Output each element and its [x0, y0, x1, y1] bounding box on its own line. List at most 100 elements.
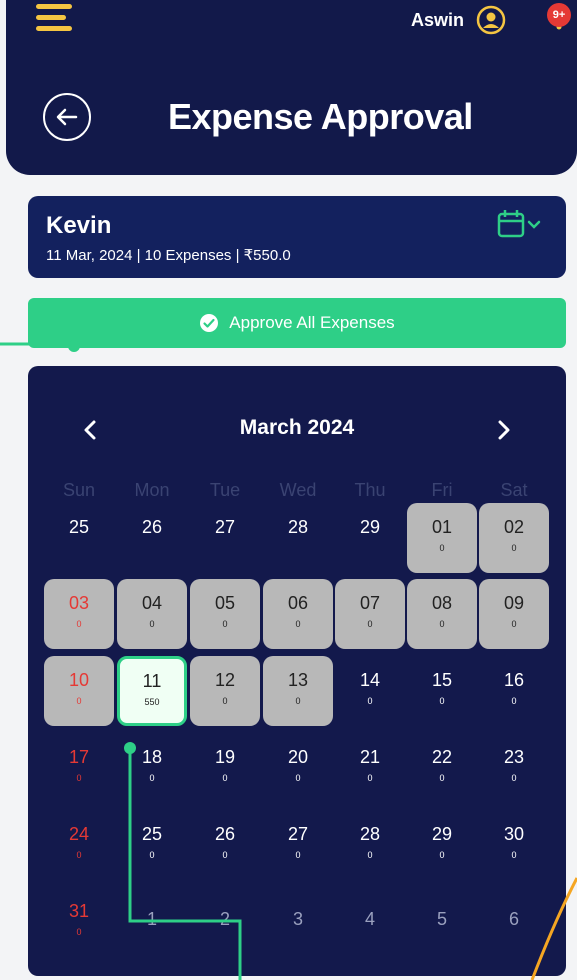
day-number: 19: [214, 747, 236, 767]
day-expense-count: 0: [439, 773, 445, 783]
day-number: 29: [431, 824, 453, 844]
day-expense-count: 0: [367, 696, 373, 706]
app-header: Aswin 9+ Expense Approval: [6, 0, 577, 175]
calendar-day[interactable]: 04 0: [117, 579, 187, 649]
calendar-toggle-icon[interactable]: [496, 208, 552, 242]
calendar-day[interactable]: 14 0: [335, 656, 405, 726]
day-expense-count: 0: [367, 850, 373, 860]
calendar-day[interactable]: 3: [263, 887, 333, 957]
calendar-day[interactable]: 30 0: [479, 810, 549, 880]
calendar-day[interactable]: 18 0: [117, 733, 187, 803]
check-circle-icon: [200, 314, 219, 332]
calendar-day[interactable]: 24 0: [44, 810, 114, 880]
day-expense-count: 0: [295, 850, 301, 860]
day-expense-count: 0: [149, 619, 155, 629]
calendar-day[interactable]: 5: [407, 887, 477, 957]
calendar-day[interactable]: 09 0: [479, 579, 549, 649]
approve-all-button[interactable]: Approve All Expenses: [28, 298, 566, 348]
calendar-day[interactable]: 6: [479, 887, 549, 957]
day-number: 25: [68, 517, 90, 537]
day-number: 3: [292, 909, 303, 929]
day-number: 23: [503, 747, 525, 767]
calendar-day-selected[interactable]: 11 550: [117, 656, 187, 726]
day-number: 11: [142, 671, 162, 691]
calendar-day[interactable]: 16 0: [479, 656, 549, 726]
calendar-day[interactable]: 29: [335, 503, 405, 573]
calendar-day[interactable]: 02 0: [479, 503, 549, 573]
calendar-day[interactable]: 21 0: [335, 733, 405, 803]
calendar-day[interactable]: 15 0: [407, 656, 477, 726]
calendar-day[interactable]: 29 0: [407, 810, 477, 880]
day-number: 24: [68, 824, 90, 844]
day-number: 5: [436, 909, 447, 929]
calendar-day[interactable]: 13 0: [263, 656, 333, 726]
calendar-day[interactable]: 23 0: [479, 733, 549, 803]
day-expense-count: 550: [144, 697, 160, 707]
calendar-month-label: March 2024: [239, 416, 355, 439]
calendar-day[interactable]: 06 0: [263, 579, 333, 649]
day-number: 10: [68, 670, 90, 690]
approve-all-label: Approve All Expenses: [229, 313, 395, 332]
weekday-sun: Sun: [62, 480, 96, 500]
calendar-day[interactable]: 05 0: [190, 579, 260, 649]
day-number: 08: [431, 593, 453, 613]
day-expense-count: 0: [511, 773, 517, 783]
weekday-tue: Tue: [209, 480, 241, 500]
day-number: 21: [359, 747, 381, 767]
day-number: 26: [141, 517, 163, 537]
day-number: 28: [287, 517, 309, 537]
calendar-day[interactable]: 12 0: [190, 656, 260, 726]
chevron-right-icon[interactable]: [494, 418, 514, 442]
weekday-mon: Mon: [134, 480, 170, 500]
day-expense-count: 0: [439, 696, 445, 706]
weekday-wed: Wed: [279, 480, 317, 500]
day-number: 25: [141, 824, 163, 844]
calendar-day[interactable]: 27 0: [263, 810, 333, 880]
calendar-day[interactable]: 19 0: [190, 733, 260, 803]
day-expense-count: 0: [511, 850, 517, 860]
menu-icon[interactable]: [36, 4, 72, 32]
calendar-day[interactable]: 2: [190, 887, 260, 957]
weekday-sat: Sat: [500, 480, 528, 500]
day-number: 27: [287, 824, 309, 844]
day-number: 14: [359, 670, 381, 690]
calendar-day[interactable]: 10 0: [44, 656, 114, 726]
calendar-day[interactable]: 25 0: [117, 810, 187, 880]
day-expense-count: 0: [222, 773, 228, 783]
day-expense-count: 0: [295, 619, 301, 629]
calendar-day[interactable]: 31 0: [44, 887, 114, 957]
calendar-day[interactable]: 22 0: [407, 733, 477, 803]
calendar-day[interactable]: 28 0: [335, 810, 405, 880]
day-expense-count: 0: [439, 543, 445, 553]
calendar-day[interactable]: 25: [44, 503, 114, 573]
back-button[interactable]: [43, 93, 91, 141]
calendar-day[interactable]: 4: [335, 887, 405, 957]
calendar: March 2024 Sun Mon Tue Wed Thu Fri Sat 25 26 27 2…: [28, 366, 566, 976]
day-number: 06: [287, 593, 309, 613]
calendar-day[interactable]: 27: [190, 503, 260, 573]
calendar-day[interactable]: 28: [263, 503, 333, 573]
day-expense-count: 0: [295, 773, 301, 783]
expense-summary-card: Kevin 11 Mar, 2024 | 10 Expenses | ₹550.…: [28, 196, 566, 278]
calendar-day[interactable]: 26 0: [190, 810, 260, 880]
expense-meta: 11 Mar, 2024 | 10 Expenses | ₹550.0: [46, 247, 291, 264]
calendar-day[interactable]: 07 0: [335, 579, 405, 649]
day-number: 05: [214, 593, 236, 613]
day-number: 12: [214, 670, 236, 690]
calendar-day[interactable]: 01 0: [407, 503, 477, 573]
day-expense-count: 0: [76, 927, 82, 937]
calendar-day[interactable]: 03 0: [44, 579, 114, 649]
calendar-day[interactable]: 08 0: [407, 579, 477, 649]
calendar-day[interactable]: 1: [117, 887, 187, 957]
employee-name: Kevin: [46, 212, 112, 239]
day-expense-count: 0: [76, 850, 82, 860]
user-avatar-icon[interactable]: [476, 5, 506, 35]
username-label: Aswin: [411, 10, 465, 30]
day-number: 26: [214, 824, 236, 844]
calendar-day[interactable]: 20 0: [263, 733, 333, 803]
day-expense-count: 0: [149, 850, 155, 860]
day-number: 09: [503, 593, 525, 613]
calendar-day[interactable]: 17 0: [44, 733, 114, 803]
day-expense-count: 0: [295, 696, 301, 706]
calendar-day[interactable]: 26: [117, 503, 187, 573]
